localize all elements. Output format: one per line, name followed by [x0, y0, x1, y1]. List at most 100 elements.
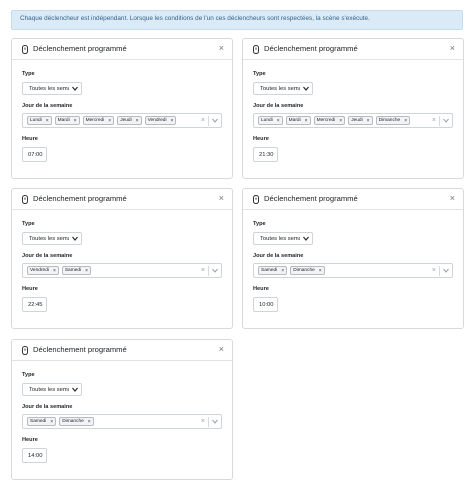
remove-trigger-button[interactable]: ×	[450, 44, 455, 53]
remove-day-icon[interactable]: ×	[50, 419, 53, 425]
day-chips: Lundi × Mardi × Mercredi × Jeudi × Dimanche ×	[258, 116, 411, 126]
hour-value: 10:00	[259, 302, 274, 308]
day-chip: Mardi ×	[285, 116, 311, 125]
day-chip-label: Dimanche	[62, 419, 84, 424]
remove-day-icon[interactable]: ×	[277, 118, 280, 124]
remove-trigger-button[interactable]: ×	[219, 345, 224, 354]
clear-icon[interactable]: ×	[201, 117, 205, 124]
clear-icon[interactable]: ×	[432, 117, 436, 124]
divider	[439, 116, 440, 126]
day-chip-label: Samedi	[30, 419, 47, 424]
clock-icon	[22, 45, 28, 54]
remove-day-icon[interactable]: ×	[53, 268, 56, 274]
remove-day-icon[interactable]: ×	[319, 268, 322, 274]
remove-day-icon[interactable]: ×	[404, 118, 407, 124]
chevron-down-icon[interactable]	[443, 268, 449, 273]
type-select[interactable]: Toutes les sema	[253, 232, 313, 245]
remove-day-icon[interactable]: ×	[281, 268, 284, 274]
type-label: Type	[253, 221, 266, 227]
remove-day-icon[interactable]: ×	[108, 118, 111, 124]
clear-icon[interactable]: ×	[201, 267, 205, 274]
days-multiselect[interactable]: Samedi × Dimanche × ×	[253, 263, 453, 278]
hour-label: Heure	[22, 136, 38, 142]
remove-day-icon[interactable]: ×	[339, 118, 342, 124]
remove-day-icon[interactable]: ×	[88, 419, 91, 425]
type-select[interactable]: Toutes les sema	[22, 383, 82, 396]
day-chip: Dimanche ×	[290, 266, 325, 275]
remove-trigger-button[interactable]: ×	[219, 44, 224, 53]
card-header: Déclenchement programmé ×	[12, 340, 232, 361]
day-chip: Vendredi ×	[27, 266, 59, 275]
divider	[439, 266, 440, 276]
days-label: Jour de la semaine	[253, 253, 304, 259]
days-multiselect[interactable]: Samedi × Dimanche × ×	[22, 414, 222, 429]
remove-day-icon[interactable]: ×	[367, 118, 370, 124]
day-chip: Vendredi ×	[144, 116, 177, 125]
days-label: Jour de la semaine	[22, 103, 73, 109]
trigger-card: Déclenchement programmé × Type Toutes le…	[242, 38, 464, 179]
day-chip-label: Samedi	[64, 268, 82, 273]
remove-day-icon[interactable]: ×	[85, 268, 88, 274]
trigger-card: Déclenchement programmé × Type Toutes le…	[11, 188, 233, 329]
hour-value: 22:45	[28, 302, 43, 308]
day-chip-label: Dimanche	[378, 118, 401, 123]
divider	[208, 116, 209, 126]
hour-input[interactable]: 10:00	[253, 297, 278, 312]
hour-value: 21:30	[259, 152, 274, 158]
chevron-down-icon[interactable]	[443, 118, 449, 123]
day-chip: Samedi ×	[258, 266, 288, 275]
type-select-value: Toutes les sema	[260, 86, 300, 92]
chevron-down-icon	[303, 86, 309, 91]
card-title: Déclenchement programmé	[33, 44, 127, 53]
day-chip-label: Mardi	[288, 118, 301, 123]
day-chip-label: Vendredi	[30, 268, 49, 273]
chevron-down-icon	[72, 387, 78, 392]
hour-label: Heure	[22, 286, 38, 292]
remove-day-icon[interactable]: ×	[46, 118, 49, 124]
remove-day-icon[interactable]: ×	[74, 118, 77, 124]
clear-icon[interactable]: ×	[432, 267, 436, 274]
chevron-down-icon	[303, 236, 309, 241]
days-multiselect[interactable]: Lundi × Mardi × Mercredi × Jeudi × Vendredi × ×	[22, 113, 222, 128]
days-multiselect[interactable]: Vendredi × Samedi × ×	[22, 263, 222, 278]
hour-input[interactable]: 21:30	[253, 147, 278, 162]
remove-trigger-button[interactable]: ×	[219, 194, 224, 203]
remove-trigger-button[interactable]: ×	[450, 194, 455, 203]
day-chip: Mardi ×	[54, 116, 80, 125]
hour-input[interactable]: 07:00	[22, 147, 47, 162]
hour-input[interactable]: 22:45	[22, 297, 47, 312]
card-header: Déclenchement programmé ×	[12, 39, 232, 60]
trigger-card: Déclenchement programmé × Type Toutes le…	[242, 188, 464, 329]
type-select[interactable]: Toutes les sema	[22, 82, 82, 95]
remove-day-icon[interactable]: ×	[136, 118, 139, 124]
hour-label: Heure	[253, 136, 269, 142]
type-select[interactable]: Toutes les sema	[22, 232, 82, 245]
day-chip-label: Samedi	[261, 268, 278, 273]
days-multiselect[interactable]: Lundi × Mardi × Mercredi × Jeudi × Dimanche × ×	[253, 113, 453, 128]
card-title: Déclenchement programmé	[264, 44, 358, 53]
remove-day-icon[interactable]: ×	[305, 118, 308, 124]
card-title: Déclenchement programmé	[33, 345, 127, 354]
type-select-value: Toutes les sema	[29, 387, 69, 393]
days-label: Jour de la semaine	[22, 253, 73, 259]
day-chip-label: Vendredi	[147, 118, 167, 123]
card-header: Déclenchement programmé ×	[243, 39, 463, 60]
chevron-down-icon[interactable]	[212, 118, 218, 123]
page: Chaque déclencheur est indépendant. Lors…	[0, 0, 475, 499]
type-select[interactable]: Toutes les sema	[253, 82, 313, 95]
day-chip: Lundi ×	[27, 116, 52, 125]
clock-icon	[253, 195, 259, 204]
remove-day-icon[interactable]: ×	[171, 118, 174, 124]
clock-icon	[22, 195, 28, 204]
chevron-down-icon[interactable]	[212, 419, 218, 424]
card-header: Déclenchement programmé ×	[243, 189, 463, 210]
day-chip-label: Mercredi	[316, 118, 336, 123]
clock-icon	[253, 45, 259, 54]
card-title: Déclenchement programmé	[264, 194, 358, 203]
chevron-down-icon[interactable]	[212, 268, 218, 273]
hour-label: Heure	[22, 437, 38, 443]
hour-input[interactable]: 14:00	[22, 448, 47, 463]
clear-icon[interactable]: ×	[201, 418, 205, 425]
day-chip-label: Dimanche	[293, 268, 315, 273]
hour-value: 07:00	[28, 152, 43, 158]
